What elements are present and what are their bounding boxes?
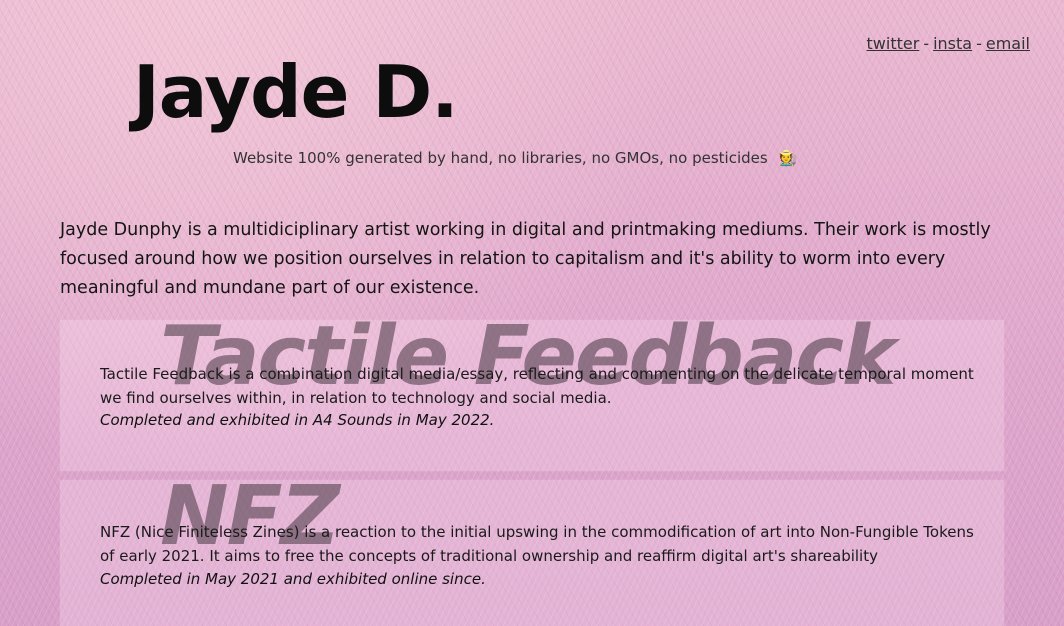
project-description: NFZ (Nice Finiteless Zines) is a reactio…	[100, 523, 974, 565]
link-separator: -	[923, 34, 930, 53]
farmer-icon: 🧑‍🌾	[778, 149, 798, 167]
tagline-text: Website 100% generated by hand, no libra…	[233, 149, 768, 167]
twitter-link[interactable]: twitter	[867, 34, 920, 53]
project-note: Completed and exhibited in A4 Sounds in …	[100, 411, 495, 429]
insta-link[interactable]: insta	[933, 34, 972, 53]
artist-bio: Jayde Dunphy is a multidiciplinary artis…	[60, 220, 991, 298]
tagline: Website 100% generated by hand, no libra…	[233, 149, 797, 167]
site-title: Jayde D.	[133, 50, 459, 134]
link-separator: -	[976, 34, 982, 53]
social-links: twitter - insta - email	[867, 34, 1030, 53]
project-note: Completed in May 2021 and exhibited onli…	[100, 570, 486, 588]
email-link[interactable]: email	[986, 34, 1030, 53]
project-card-tactile-feedback: Tactile Feedback Tactile Feedback is a c…	[60, 316, 1004, 471]
project-description: Tactile Feedback is a combination digita…	[100, 365, 974, 407]
project-card-nfz: NFZ NFZ (Nice Finiteless Zines) is a rea…	[60, 476, 1004, 626]
